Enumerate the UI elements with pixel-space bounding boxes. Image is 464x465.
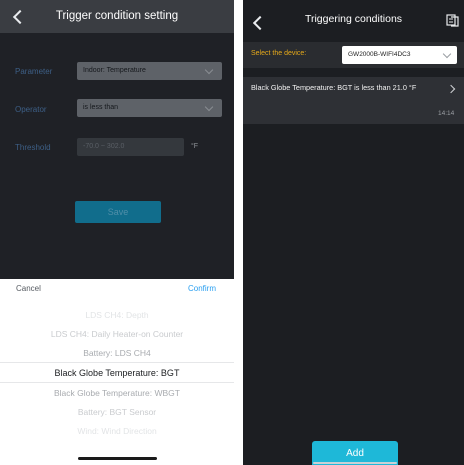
device-selector-row: Select the device: GW2000B-WIFI4DC3: [243, 42, 464, 68]
picker-option[interactable]: LDS CH4: Depth: [0, 310, 234, 320]
condition-timestamp: 14:14: [438, 110, 455, 117]
operator-value: is less than: [83, 104, 119, 111]
parameter-picker-sheet: Cancel Confirm LDS CH4: Depth LDS CH4: D…: [0, 279, 234, 465]
threshold-input[interactable]: -70.0 ~ 302.0: [77, 138, 184, 156]
condition-text: Black Globe Temperature: BGT is less tha…: [251, 83, 417, 92]
parameter-select[interactable]: Indoor: Temperature: [77, 62, 222, 80]
device-label: Select the device:: [251, 50, 307, 57]
parameter-value: Indoor: Temperature: [83, 67, 146, 74]
operator-label: Operator: [15, 105, 47, 114]
condition-form-overlay: Parameter Indoor: Temperature Operator i…: [0, 33, 234, 279]
operator-select[interactable]: is less than: [77, 99, 222, 117]
picker-selection-divider: [0, 362, 234, 363]
home-indicator: [313, 462, 397, 464]
picker-option[interactable]: Wind: Wind Direction: [0, 426, 234, 436]
left-header-bar: Trigger condition setting: [0, 0, 234, 33]
save-button[interactable]: Save: [75, 201, 161, 223]
picker-option[interactable]: Battery: LDS CH4: [0, 348, 234, 358]
right-header-bar: Triggering conditions: [243, 0, 464, 42]
picker-option[interactable]: Black Globe Temperature: WBGT: [0, 388, 234, 398]
threshold-label: Threshold: [15, 143, 51, 152]
page-title: Triggering conditions: [304, 13, 403, 25]
parameter-label: Parameter: [15, 67, 53, 76]
picker-cancel-button[interactable]: Cancel: [16, 284, 41, 293]
copy-document-icon[interactable]: [446, 14, 460, 27]
picker-confirm-button[interactable]: Confirm: [188, 284, 216, 293]
page-title: Trigger condition setting: [55, 10, 179, 22]
condition-list-item[interactable]: Black Globe Temperature: BGT is less tha…: [243, 77, 464, 124]
picker-selection-divider: [0, 382, 234, 383]
chevron-right-icon: [446, 84, 456, 94]
trigger-setting-screen: Trigger condition setting Parameter Indo…: [0, 0, 234, 465]
device-value: GW2000B-WIFI4DC3: [348, 51, 411, 58]
threshold-unit: °F: [191, 143, 199, 150]
chevron-down-icon: [442, 49, 452, 59]
picker-option[interactable]: Battery: BGT Sensor: [0, 407, 234, 417]
threshold-placeholder: -70.0 ~ 302.0: [83, 143, 125, 150]
chevron-down-icon: [204, 102, 214, 112]
chevron-down-icon: [204, 65, 214, 75]
device-select[interactable]: GW2000B-WIFI4DC3: [342, 46, 457, 64]
picker-option-selected[interactable]: Black Globe Temperature: BGT: [0, 368, 234, 378]
picker-option[interactable]: LDS CH4: Daily Heater-on Counter: [0, 329, 234, 339]
triggering-conditions-screen: Triggering conditions Select the device:…: [243, 0, 464, 465]
home-indicator: [78, 457, 157, 460]
